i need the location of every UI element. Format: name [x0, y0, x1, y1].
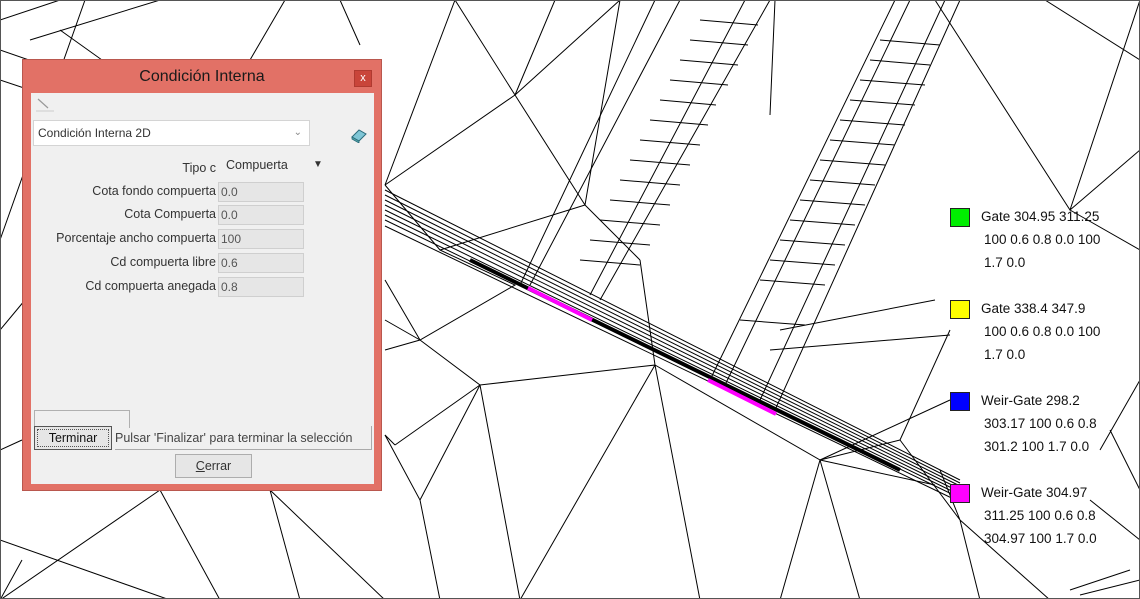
- dialog-title: Condición Interna: [139, 68, 265, 85]
- legend-line: 1.7 0.0: [984, 255, 1026, 270]
- legend-swatch: [950, 300, 970, 319]
- legend-line: 100 0.6 0.8 0.0 100: [984, 324, 1101, 339]
- cd-anegada-label: Cd compuerta anegada: [85, 279, 216, 293]
- terminar-button[interactable]: Terminar: [34, 426, 112, 450]
- tipo-select[interactable]: Compuerta: [226, 158, 288, 172]
- cerrar-button[interactable]: Cerrar: [175, 454, 252, 478]
- legend-line: 303.17 100 0.6 0.8: [984, 416, 1097, 431]
- porcentaje-field[interactable]: 100: [218, 229, 304, 249]
- legend-line: 301.2 100 1.7 0.0: [984, 439, 1090, 454]
- cota-compuerta-field[interactable]: 0.0: [218, 205, 304, 225]
- tipo-label: Tipo c: [182, 161, 216, 175]
- status-text: Pulsar 'Finalizar' para terminar la sele…: [115, 426, 372, 450]
- legend-line: Weir-Gate 298.2: [981, 393, 1080, 408]
- cota-fondo-label: Cota fondo compuerta: [92, 184, 216, 198]
- combo-value: Condición Interna 2D: [38, 126, 151, 140]
- legend-swatch: [950, 484, 970, 503]
- porcentaje-label: Porcentaje ancho compuerta: [56, 231, 216, 245]
- cd-libre-field[interactable]: 0.6: [218, 253, 304, 273]
- legend-line: Gate 304.95 311.25: [981, 209, 1100, 224]
- dialog-titlebar[interactable]: Condición Interna x: [23, 60, 381, 93]
- legend-line: Weir-Gate 304.97: [981, 485, 1088, 500]
- condition-type-combo[interactable]: Condición Interna 2D ⌄: [33, 120, 310, 146]
- legend-line: 304.97 100 1.7 0.0: [984, 531, 1097, 546]
- dropdown-arrow-icon: ⌄: [293, 127, 302, 138]
- eraser-icon[interactable]: [349, 127, 369, 143]
- legend-swatch: [950, 392, 970, 411]
- cd-libre-label: Cd compuerta libre: [110, 255, 216, 269]
- cota-fondo-field[interactable]: 0.0: [218, 182, 304, 202]
- condicion-interna-dialog: Condición Interna x Condición Interna 2D…: [22, 59, 382, 491]
- cd-anegada-field[interactable]: 0.8: [218, 277, 304, 297]
- legend-line: 311.25 100 0.6 0.8: [984, 508, 1096, 523]
- dialog-client: Condición Interna 2D ⌄ Tipo c Compuerta …: [31, 93, 374, 484]
- chevron-down-icon[interactable]: ▼: [313, 159, 323, 170]
- pencil-icon[interactable]: [34, 96, 58, 112]
- legend-line: 1.7 0.0: [984, 347, 1026, 362]
- close-icon[interactable]: x: [354, 70, 372, 87]
- cerrar-rest: errar: [204, 459, 232, 473]
- legend-line: 100 0.6 0.8 0.0 100: [984, 232, 1101, 247]
- cota-compuerta-label: Cota Compuerta: [124, 207, 216, 221]
- legend-line: Gate 338.4 347.9: [981, 301, 1086, 316]
- cerrar-mnemonic: C: [195, 459, 205, 473]
- legend-swatch: [950, 208, 970, 227]
